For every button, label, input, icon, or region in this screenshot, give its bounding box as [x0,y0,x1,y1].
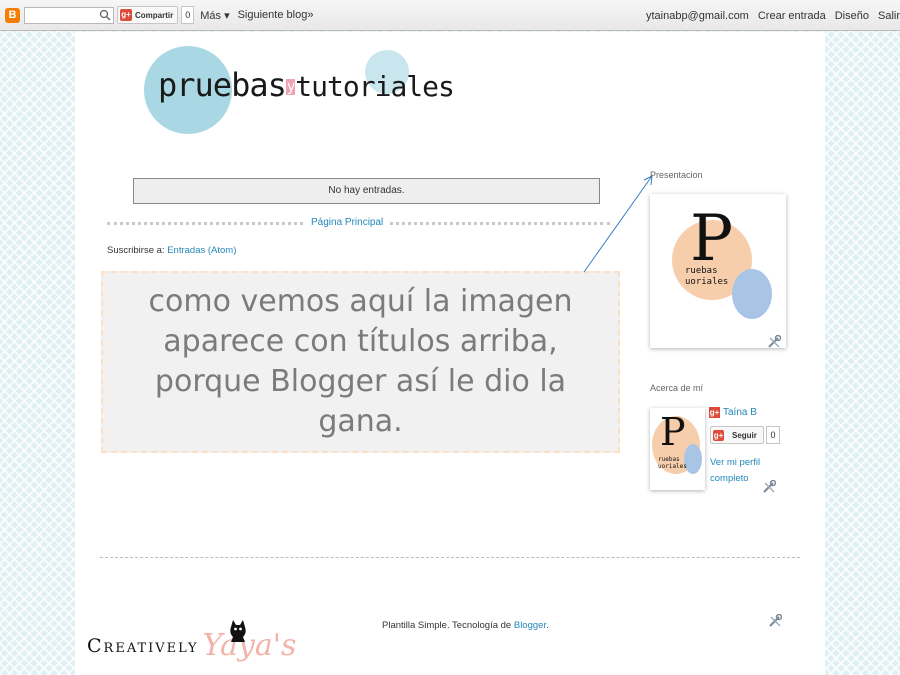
follow-label: Seguir [732,430,757,440]
subscribe-line: Suscribirse a: Entradas (Atom) [107,245,236,256]
user-email[interactable]: ytainabp@gmail.com [646,10,749,22]
profile-mini-line-2: uoriales [658,463,687,470]
next-blog-link[interactable]: Siguiente blog» [238,9,314,21]
share-label: Compartir [135,10,174,20]
follow-row: g+ Seguir 0 [710,426,780,444]
navbar-right: ytainabp@gmail.com Crear entrada Diseño … [637,0,900,31]
home-page-link[interactable]: Página Principal [305,217,390,228]
view-profile-link[interactable]: Ver mi perfil completo [710,455,770,487]
avatar-mini-line-1: ruebas [685,266,718,276]
google-plus-icon: g+ [713,429,724,441]
footer-prefix: Plantilla Simple. Tecnología de [382,620,514,631]
footer-divider [100,557,800,558]
annotation-text: como vemos aquí la imagen aparece con tí… [148,284,573,439]
logo-main: pruebas [158,66,287,104]
sign-out-link[interactable]: Salir [878,10,900,22]
logo-y: y [285,79,295,95]
no-posts-message: No hay entradas. [133,178,600,204]
share-button[interactable]: g+ Compartir [117,6,179,24]
about-title: Acerca de mí [650,383,704,393]
edit-wrench-icon[interactable] [768,614,782,628]
blogger-link[interactable]: Blogger [514,620,546,631]
google-plus-icon: g+ [709,407,720,418]
creatively-yayas-watermark: Creatively Yaya's [87,617,296,669]
profile-name-row[interactable]: g+ Taína B [709,407,757,418]
search-box[interactable] [24,6,114,24]
presentation-image: P ruebas uoriales [650,194,786,348]
atom-feed-link[interactable]: Entradas (Atom) [167,245,236,256]
google-plus-icon: g+ [120,9,132,21]
design-link[interactable]: Diseño [835,10,869,22]
footer-suffix: . [546,620,549,631]
logo-tut: tutoriales [295,70,455,103]
annotation-arrow [583,175,653,273]
edit-wrench-icon[interactable] [767,335,781,349]
more-menu[interactable]: Más ▾ [200,9,229,22]
share-count: 0 [181,6,195,24]
create-post-link[interactable]: Crear entrada [758,10,826,22]
presentation-title: Presentacion [650,170,703,180]
profile-letter: P [660,410,686,454]
blogger-navbar: B g+ Compartir 0 Más ▾ Siguiente blog» y… [0,0,900,31]
follow-count: 0 [766,426,780,444]
avatar-mini-line-2: uoriales [685,277,729,287]
edit-wrench-icon[interactable] [762,480,776,494]
subscribe-label: Suscribirse a: [107,245,165,256]
logo-text: pruebasytutoriales [158,66,455,104]
blog-content: pruebasytutoriales No hay entradas. Pági… [75,32,825,675]
footer-attribution: Plantilla Simple. Tecnología de Blogger. [382,620,549,631]
profile-mini-line-1: ruebas [658,456,680,463]
blogger-b-icon[interactable]: B [5,7,20,23]
annotation-callout: como vemos aquí la imagen aparece con tí… [101,271,620,453]
cat-icon [230,620,246,642]
watermark-text-a: Creatively [87,635,199,657]
profile-mini-text: ruebas uoriales [658,456,687,470]
avatar-blue-circle [732,269,772,319]
follow-button[interactable]: g+ Seguir [710,426,764,444]
avatar-letter: P [690,202,734,276]
profile-name[interactable]: Taína B [723,407,757,418]
avatar-mini-text: ruebas uoriales [685,266,728,288]
search-icon[interactable] [99,9,111,21]
blog-header-logo[interactable]: pruebasytutoriales [140,38,455,138]
profile-photo[interactable]: P ruebas uoriales [650,408,705,490]
